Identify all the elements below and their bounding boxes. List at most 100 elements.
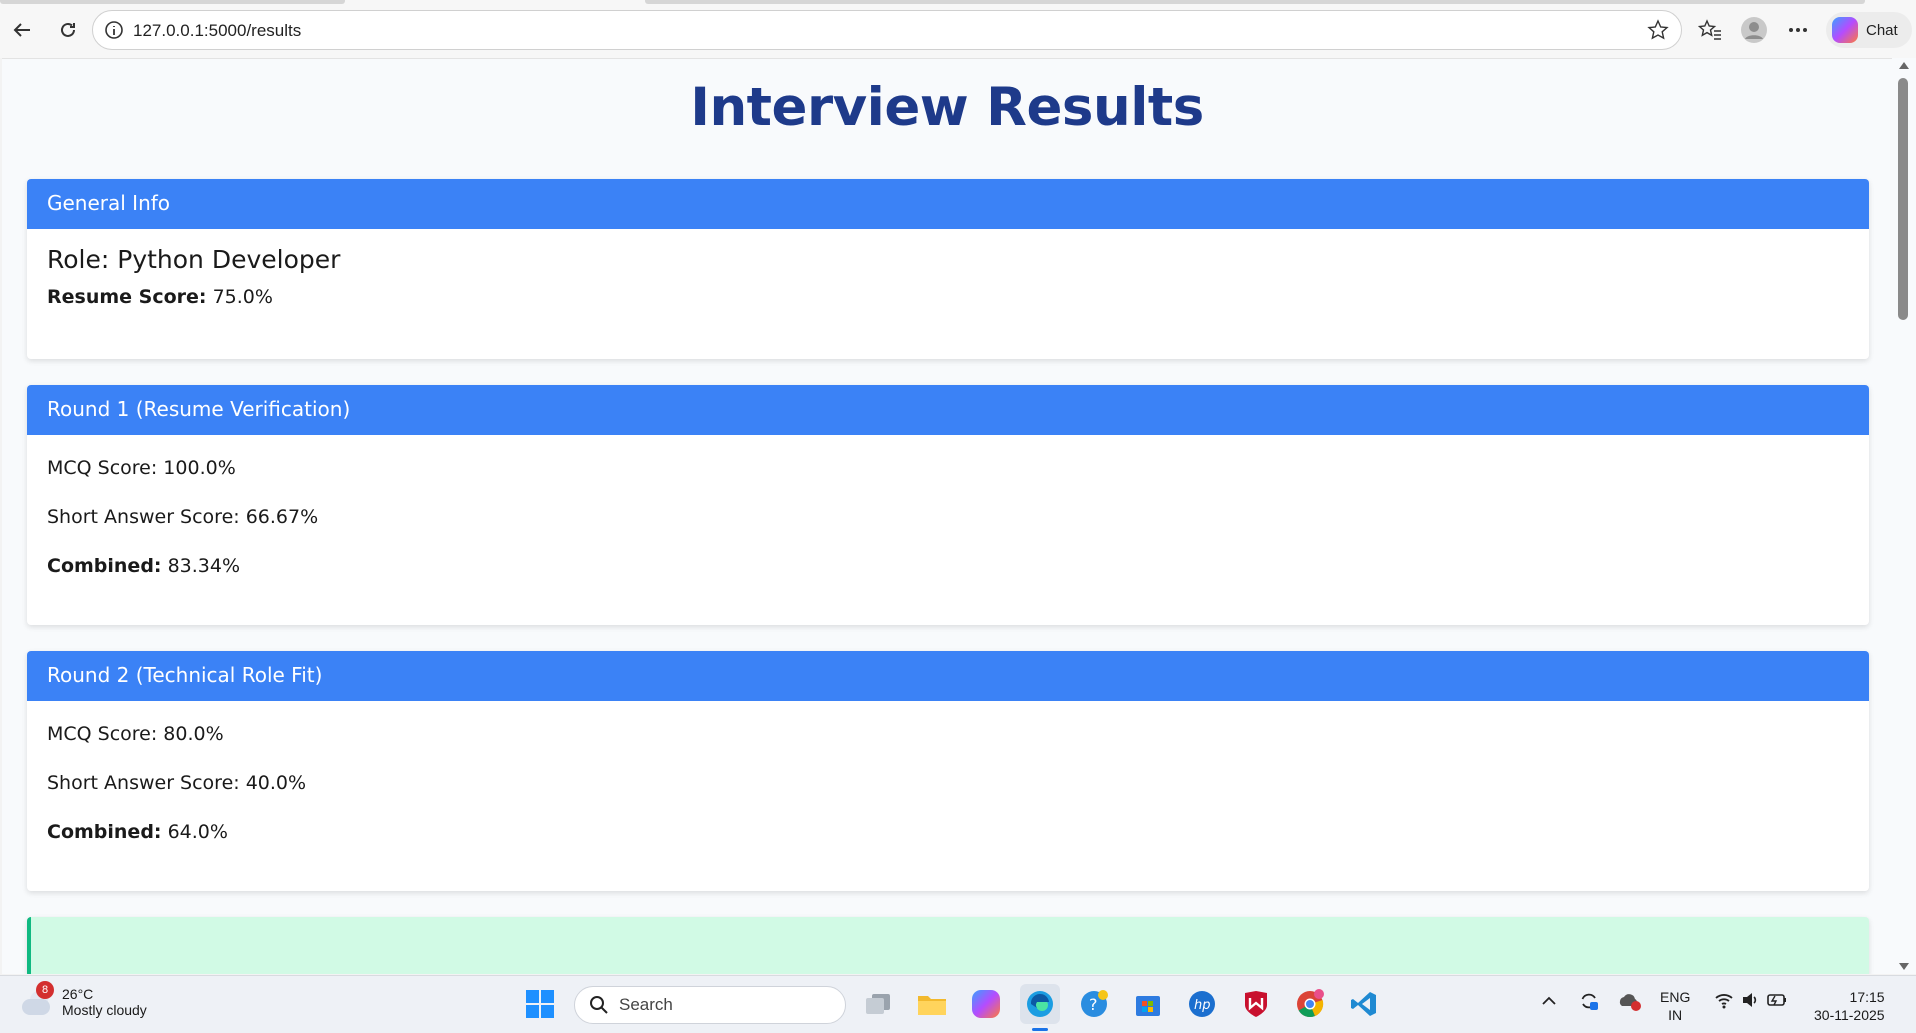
resume-score-label: Resume Score: xyxy=(47,286,207,308)
battery-icon xyxy=(1767,994,1786,1006)
combined-label: Combined: xyxy=(47,821,162,843)
cloud-alert-icon xyxy=(1619,994,1641,1011)
tab-active[interactable] xyxy=(0,0,345,4)
combined-value: 83.34% xyxy=(167,555,241,577)
tab-strip xyxy=(0,0,1916,4)
avatar-icon xyxy=(1741,17,1767,43)
card-body: MCQ Score: 80.0% Short Answer Score: 40.… xyxy=(27,701,1869,886)
address-bar[interactable]: 127.0.0.1:5000/results xyxy=(92,10,1682,50)
edge-icon xyxy=(1027,991,1053,1017)
page-title: Interview Results xyxy=(690,77,1204,138)
card-header: Round 2 (Technical Role Fit) xyxy=(27,651,1869,701)
search-placeholder: Search xyxy=(619,995,673,1014)
clock-time: 17:15 xyxy=(1849,989,1885,1005)
wifi-icon xyxy=(1715,994,1733,1009)
hp-app-button[interactable]: hp xyxy=(1182,984,1222,1024)
volume-icon xyxy=(1743,993,1757,1007)
mcafee-app-button[interactable] xyxy=(1236,984,1276,1024)
task-view-icon xyxy=(866,994,890,1014)
svg-text:hp: hp xyxy=(1194,998,1211,1013)
short-answer-score: Short Answer Score: 66.67% xyxy=(47,506,319,528)
windows-logo-icon xyxy=(526,990,554,1018)
mcafee-shield-icon xyxy=(1245,991,1267,1017)
lang-code: ENG xyxy=(1660,989,1691,1005)
combined-score: Combined: 64.0% xyxy=(47,821,1849,843)
hp-icon: hp xyxy=(1189,991,1215,1017)
back-arrow-icon xyxy=(13,23,30,37)
resume-score-value: 75.0% xyxy=(212,286,273,308)
weather-badge: 8 xyxy=(36,981,54,999)
vertical-scrollbar[interactable] xyxy=(1892,58,1916,974)
card-body: Role: Python Developer Resume Score: 75.… xyxy=(27,229,1869,324)
edge-app-button[interactable] xyxy=(1020,984,1060,1024)
url-text[interactable]: 127.0.0.1:5000/results xyxy=(133,21,301,41)
chevron-up-icon xyxy=(1542,996,1556,1005)
tab-inactive[interactable] xyxy=(645,0,1865,4)
mcq-score: MCQ Score: 80.0% xyxy=(47,723,224,745)
language-indicator[interactable]: ENG IN xyxy=(1660,988,1690,1024)
weather-widget[interactable]: 8 26°C Mostly cloudy xyxy=(18,981,147,1018)
scroll-down-arrow-icon[interactable] xyxy=(1899,963,1909,970)
resume-score: Resume Score: 75.0% xyxy=(47,286,1849,308)
store-icon xyxy=(1136,996,1160,1016)
scroll-up-arrow-icon[interactable] xyxy=(1899,62,1909,69)
help-icon: ? xyxy=(1081,990,1108,1017)
region-code: IN xyxy=(1668,1007,1683,1023)
copilot-chat-button[interactable]: Chat xyxy=(1826,12,1912,48)
back-button[interactable] xyxy=(6,14,38,46)
card-body: MCQ Score: 100.0% Short Answer Score: 66… xyxy=(27,435,1869,620)
favorites-icon xyxy=(1698,19,1721,40)
chrome-app-button[interactable] xyxy=(1290,984,1330,1024)
mcq-score: MCQ Score: 100.0% xyxy=(47,457,236,479)
clock-date: 30-11-2025 xyxy=(1814,1007,1885,1023)
search-icon xyxy=(590,996,608,1014)
role-text: Role: Python Developer xyxy=(47,245,341,274)
reload-button[interactable] xyxy=(52,14,84,46)
folder-icon xyxy=(918,996,946,1015)
reload-icon xyxy=(61,22,75,37)
svg-text:?: ? xyxy=(1089,995,1098,1014)
vscode-app-button[interactable] xyxy=(1344,984,1384,1024)
start-button[interactable] xyxy=(520,984,560,1024)
quick-settings-button[interactable] xyxy=(1714,990,1788,1010)
weather-desc: Mostly cloudy xyxy=(62,1002,147,1018)
windows-taskbar: 8 26°C Mostly cloudy Search ? hp ENG IN … xyxy=(0,975,1916,1033)
active-app-indicator xyxy=(1032,1028,1048,1031)
store-app-button[interactable] xyxy=(1128,984,1168,1024)
sync-tray-button[interactable] xyxy=(1578,990,1600,1016)
help-app-button[interactable]: ? xyxy=(1074,984,1114,1024)
chat-label: Chat xyxy=(1866,21,1898,39)
weather-temp: 26°C xyxy=(62,986,94,1002)
clock[interactable]: 17:15 30-11-2025 xyxy=(1814,988,1885,1024)
cloud-icon: 8 xyxy=(18,981,54,1017)
short-answer-score: Short Answer Score: 40.0% xyxy=(47,772,307,794)
result-summary-card xyxy=(27,917,1869,974)
copilot-icon xyxy=(1832,17,1858,43)
network-alert-tray-button[interactable] xyxy=(1618,990,1642,1016)
round1-card: Round 1 (Resume Verification) MCQ Score:… xyxy=(27,385,1869,625)
card-header: General Info xyxy=(27,179,1869,229)
combined-value: 64.0% xyxy=(167,821,228,843)
copilot-icon xyxy=(972,990,1000,1018)
more-menu-button[interactable] xyxy=(1782,14,1814,46)
combined-score: Combined: 83.34% xyxy=(47,555,1849,577)
task-view-button[interactable] xyxy=(858,984,898,1024)
favorites-button[interactable] xyxy=(1694,14,1726,46)
info-icon[interactable] xyxy=(103,19,125,41)
more-dots-icon xyxy=(1789,28,1807,32)
page-viewport: Interview Results General Info Role: Pyt… xyxy=(2,58,1892,974)
vscode-icon xyxy=(1351,992,1376,1016)
combined-label: Combined: xyxy=(47,555,162,577)
round2-card: Round 2 (Technical Role Fit) MCQ Score: … xyxy=(27,651,1869,891)
chrome-icon xyxy=(1297,989,1324,1018)
copilot-app-button[interactable] xyxy=(966,984,1006,1024)
card-header: Round 1 (Resume Verification) xyxy=(27,385,1869,435)
show-hidden-icons-button[interactable] xyxy=(1540,992,1558,1014)
favorite-star-icon[interactable] xyxy=(1647,19,1669,41)
scroll-thumb[interactable] xyxy=(1898,78,1908,320)
browser-toolbar: 127.0.0.1:5000/results Chat xyxy=(0,0,1916,58)
file-explorer-button[interactable] xyxy=(912,984,952,1024)
general-info-card: General Info Role: Python Developer Resu… xyxy=(27,179,1869,359)
profile-button[interactable] xyxy=(1738,14,1770,46)
taskbar-search[interactable]: Search xyxy=(574,986,846,1024)
